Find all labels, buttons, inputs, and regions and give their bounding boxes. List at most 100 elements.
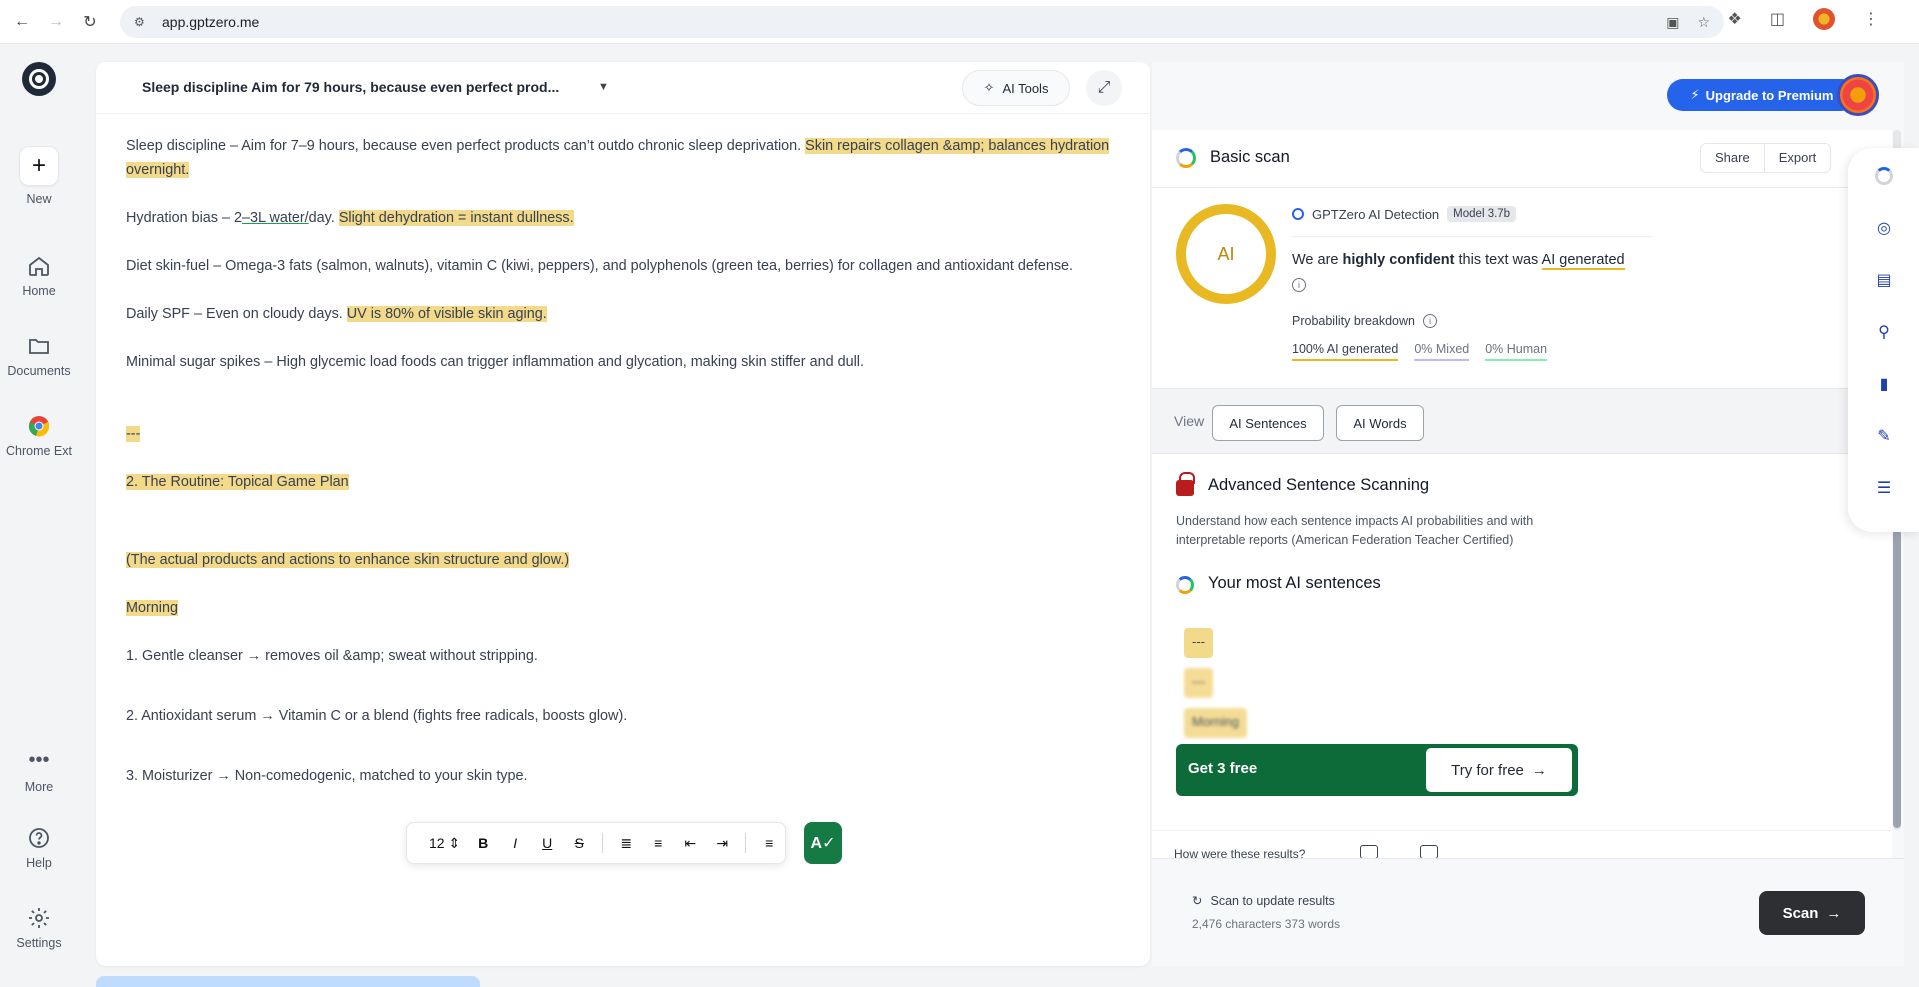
- thumbs-up-icon[interactable]: [1360, 845, 1378, 859]
- arrow-right-icon: →: [1531, 761, 1547, 779]
- model-badge[interactable]: Model 3.7b: [1447, 206, 1517, 222]
- gptzero-icon[interactable]: ◎: [1874, 218, 1894, 238]
- document-title[interactable]: Sleep discipline Aim for 79 hours, becau…: [142, 79, 559, 95]
- edit-document-icon[interactable]: ✎: [1874, 426, 1894, 446]
- chevron-down-icon[interactable]: ▼: [598, 81, 609, 93]
- paragraph: Sleep discipline – Aim for 7–9 hours, be…: [126, 134, 1126, 182]
- profile-avatar[interactable]: [1813, 8, 1835, 30]
- advanced-scanning-section: Advanced Sentence Scanning Understand ho…: [1152, 454, 1892, 834]
- font-size-select[interactable]: 12 ⇕: [429, 835, 460, 852]
- editor-content[interactable]: Sleep discipline – Aim for 7–9 hours, be…: [126, 134, 1126, 812]
- ai-highlight: Slight dehydration = instant dullness.: [338, 210, 574, 226]
- advanced-description: Understand how each sentence impacts AI …: [1176, 514, 1534, 547]
- checklist-icon[interactable]: ☰: [1874, 478, 1894, 498]
- ring-label: AI: [1217, 243, 1235, 264]
- detection-header: GPTZero AI Detection Model 3.7b: [1292, 206, 1517, 222]
- view-toggle-bar: View AI Sentences AI Words: [1152, 388, 1892, 454]
- try-for-free-button[interactable]: Try for free →: [1426, 748, 1572, 792]
- bookmark-star-icon[interactable]: ☆: [1697, 14, 1710, 31]
- prob-mixed: 0% Mixed: [1414, 342, 1470, 361]
- reload-icon[interactable]: ↻: [78, 10, 102, 34]
- scan-button-label: Scan: [1782, 904, 1819, 922]
- format-toolbar: 12 ⇕ B I U S ≣ ≡ ⇤ ⇥ ≡: [406, 822, 786, 864]
- ai-score-ring: AI: [1176, 204, 1276, 304]
- paragraph: Daily SPF – Even on cloudy days. UV is 8…: [126, 302, 1126, 326]
- forward-icon[interactable]: →: [44, 10, 68, 34]
- sidebar-item-new[interactable]: + New: [0, 146, 78, 206]
- verdict-part: this text was: [1458, 252, 1539, 268]
- info-icon[interactable]: i: [1292, 278, 1306, 292]
- paragraph: Diet skin-fuel – Omega-3 fats (salmon, w…: [126, 258, 1074, 274]
- sidebar-item-label: Documents: [7, 364, 71, 378]
- text-run: Sleep discipline – Aim for 7–9 hours, be…: [126, 138, 802, 154]
- paragraph: Morning: [126, 596, 1126, 620]
- back-icon[interactable]: ←: [10, 10, 34, 34]
- indent-icon[interactable]: ⇥: [713, 834, 731, 852]
- install-app-icon[interactable]: ▣: [1666, 14, 1679, 31]
- upgrade-button[interactable]: ⚡ Upgrade to Premium: [1667, 79, 1857, 111]
- outdent-icon[interactable]: ⇤: [681, 834, 699, 852]
- sidebar-item-chrome-ext[interactable]: Chrome Ext: [0, 414, 78, 458]
- ai-sentence-chip[interactable]: Morning: [1184, 708, 1247, 738]
- paragraph: ---: [126, 422, 1126, 446]
- grammar-check-icon[interactable]: A✓: [804, 822, 842, 864]
- bookmark-document-icon[interactable]: ▮: [1874, 374, 1894, 394]
- sidebar-item-more[interactable]: ••• More: [0, 750, 78, 794]
- scan-status: ↻ Scan to update results: [1192, 893, 1335, 909]
- bold-icon[interactable]: B: [474, 834, 492, 852]
- scrollbar-thumb[interactable]: [1893, 530, 1901, 828]
- extensions-icon[interactable]: ❖: [1728, 9, 1742, 29]
- export-button[interactable]: Export: [1763, 144, 1831, 172]
- probability-breakdown-label: Probability breakdown i: [1292, 314, 1437, 328]
- thumbs-down-icon[interactable]: [1420, 845, 1438, 859]
- free-trial-banner: Get 3 free Try for free →: [1176, 744, 1578, 796]
- strikethrough-icon[interactable]: S: [570, 834, 588, 852]
- paragraph: (The actual products and actions to enha…: [126, 548, 1126, 572]
- gptzero-icon: [1292, 208, 1304, 220]
- id-card-icon[interactable]: ▤: [1874, 270, 1894, 290]
- ai-sentence-chip[interactable]: ---: [1184, 668, 1213, 698]
- underline-icon[interactable]: U: [538, 834, 556, 852]
- sidebar-item-documents[interactable]: Documents: [0, 334, 78, 378]
- ai-sentence-chip[interactable]: ---: [1184, 628, 1213, 658]
- numbered-list-icon[interactable]: ≣: [617, 834, 635, 852]
- view-label: View: [1174, 413, 1205, 429]
- text-run: Daily SPF – Even on cloudy days.: [126, 306, 343, 322]
- paragraph: 1. Gentle cleanser → removes oil &amp; s…: [126, 648, 538, 664]
- result-card: AI GPTZero AI Detection Model 3.7b We ar…: [1152, 188, 1892, 388]
- site-info-icon[interactable]: ⚙: [134, 14, 150, 30]
- prob-human: 0% Human: [1485, 342, 1548, 361]
- folder-icon: [29, 339, 49, 354]
- sidebar-item-settings[interactable]: Settings: [0, 906, 78, 950]
- share-button[interactable]: Share: [1701, 144, 1764, 172]
- app-sidebar: + New Home Documents Chrome Ext ••• More…: [0, 44, 78, 987]
- info-icon[interactable]: i: [1423, 314, 1437, 328]
- bulleted-list-icon[interactable]: ≡: [649, 834, 667, 852]
- chrome-menu-icon[interactable]: ⋮: [1863, 9, 1879, 29]
- scan-button[interactable]: Scan →: [1759, 891, 1865, 935]
- align-left-icon[interactable]: ≡: [760, 834, 778, 852]
- address-bar[interactable]: ⚙ app.gptzero.me ▣ ☆: [120, 6, 1724, 38]
- ai-highlight: 2. The Routine: Topical Game Plan: [126, 474, 349, 490]
- sidebar-item-home[interactable]: Home: [0, 254, 78, 298]
- scan-header: Basic scan Share Export: [1152, 130, 1892, 188]
- ai-scan-icon[interactable]: [1874, 166, 1894, 186]
- cta-text: Get 3 free: [1188, 760, 1258, 777]
- gptzero-logo[interactable]: [22, 62, 56, 96]
- expand-icon[interactable]: ⤢: [1086, 70, 1122, 106]
- character-count: 2,476 characters 373 words: [1192, 917, 1341, 931]
- editor-header: Sleep discipline Aim for 79 hours, becau…: [96, 62, 1150, 114]
- ai-highlight: UV is 80% of visible skin aging.: [346, 306, 547, 322]
- sidebar-item-help[interactable]: Help: [0, 826, 78, 870]
- ai-tools-button[interactable]: ✧ AI Tools: [962, 70, 1070, 106]
- italic-icon[interactable]: I: [506, 834, 524, 852]
- avatar[interactable]: [1837, 74, 1879, 116]
- divider: [602, 833, 604, 853]
- verdict-confidence: highly confident: [1342, 252, 1455, 268]
- ai-sentences-tab[interactable]: AI Sentences: [1212, 405, 1324, 441]
- plagiarism-search-icon[interactable]: ⚲: [1874, 322, 1894, 342]
- gptzero-icon: [1176, 576, 1194, 594]
- ai-words-tab[interactable]: AI Words: [1336, 405, 1424, 441]
- tab-search-icon[interactable]: ◫: [1770, 9, 1785, 29]
- url-text: app.gptzero.me: [162, 14, 260, 30]
